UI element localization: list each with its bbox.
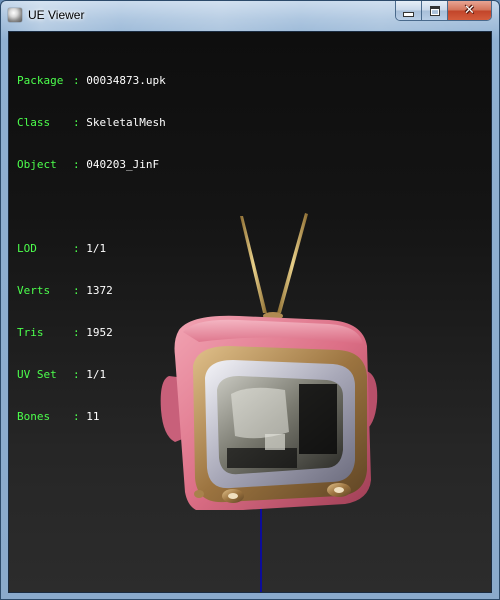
maximize-icon xyxy=(429,5,440,16)
info-object: Object: 040203_JinF xyxy=(17,158,160,171)
info-label: UV Set xyxy=(17,368,57,381)
close-button[interactable]: ✕ xyxy=(447,1,491,20)
info-value: SkeletalMesh xyxy=(86,116,166,129)
maximize-button[interactable] xyxy=(421,1,447,20)
info-class: Class: SkeletalMesh xyxy=(17,116,166,129)
tv-mesh-model[interactable] xyxy=(139,180,389,510)
ue-viewer-window: UE Viewer ✕ Package: 00034873.upk Class:… xyxy=(0,0,500,600)
close-icon: ✕ xyxy=(464,3,475,18)
window-title: UE Viewer xyxy=(28,8,85,22)
info-label: Object xyxy=(17,158,57,171)
app-icon[interactable] xyxy=(8,8,22,22)
info-label: Verts xyxy=(17,284,51,297)
info-value: 1/1 xyxy=(86,368,107,381)
minimize-icon xyxy=(403,12,414,17)
info-label: Bones xyxy=(17,410,51,423)
info-package: Package: 00034873.upk xyxy=(17,74,166,87)
info-value: 040203_JinF xyxy=(86,158,160,171)
caption-buttons: ✕ xyxy=(395,1,492,21)
info-label: LOD xyxy=(17,242,37,255)
info-value: 1/1 xyxy=(86,242,107,255)
title-bar[interactable]: UE Viewer ✕ xyxy=(1,1,499,31)
minimize-button[interactable] xyxy=(396,1,421,20)
info-value: 00034873.upk xyxy=(86,74,166,87)
info-value: 1952 xyxy=(86,326,113,339)
info-label: Class xyxy=(17,116,51,129)
info-value: 11 xyxy=(86,410,100,423)
info-label: Package xyxy=(17,74,64,87)
info-label: Tris xyxy=(17,326,44,339)
3d-viewport[interactable]: Package: 00034873.upk Class: SkeletalMes… xyxy=(8,31,492,593)
info-value: 1372 xyxy=(86,284,113,297)
